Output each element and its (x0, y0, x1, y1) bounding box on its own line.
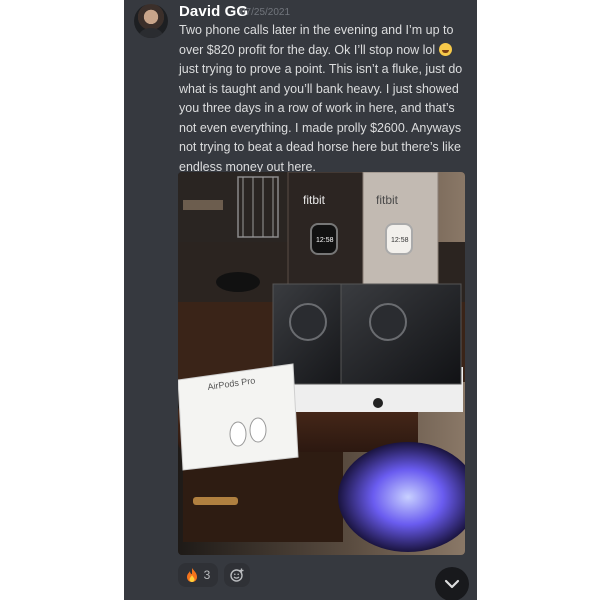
watch-time-2: 12:58 (391, 237, 409, 244)
jump-to-bottom-button[interactable] (435, 567, 469, 600)
fire-reaction[interactable]: 3 (178, 563, 218, 587)
fire-reaction-count: 3 (203, 568, 211, 582)
message-timestamp: 07/25/2021 (240, 7, 291, 18)
message-text-part-1: Two phone calls later in the evening and… (179, 23, 454, 57)
message-text-part-2: just trying to prove a point. This isn’t… (179, 62, 463, 174)
message-text: Two phone calls later in the evening and… (179, 21, 471, 177)
image-attachment[interactable]: fitbit fitbit 12:58 12:58 AirPods Pro (178, 172, 465, 555)
apple-logo-mark (373, 398, 383, 408)
watch-time-1: 12:58 (316, 237, 334, 244)
author-name[interactable]: David GG (179, 3, 248, 20)
chat-panel: David GG 07/25/2021 Two phone calls late… (124, 0, 477, 600)
chevron-down-icon (444, 579, 460, 589)
avatar-figure (139, 28, 163, 38)
fitbit-label-2: fitbit (376, 193, 399, 207)
attachment-photo: fitbit fitbit 12:58 12:58 AirPods Pro (178, 172, 465, 555)
fitbit-label-1: fitbit (303, 193, 326, 207)
laughing-face-emoji-icon (438, 42, 452, 56)
add-reaction-button[interactable] (224, 563, 250, 587)
computer-mouse (216, 272, 260, 292)
author-avatar[interactable] (134, 4, 168, 38)
fire-emoji-icon (186, 568, 197, 582)
book (183, 200, 223, 210)
drawer-handle (193, 497, 238, 505)
add-reaction-smile-icon (230, 568, 244, 582)
